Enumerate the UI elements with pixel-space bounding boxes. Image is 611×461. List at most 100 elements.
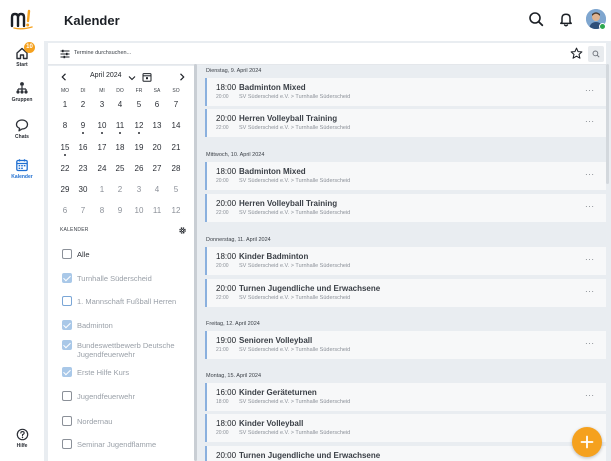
calendar-day[interactable]: 4	[148, 185, 166, 194]
checkbox[interactable]	[62, 439, 72, 449]
calendar-day[interactable]: 8	[93, 206, 111, 215]
more-icon[interactable]: ···	[585, 255, 595, 264]
calendar-day[interactable]: 13	[148, 121, 166, 130]
month-label[interactable]: April 2024	[90, 72, 122, 79]
calendar-day[interactable]: 7	[74, 206, 92, 215]
calendar-day[interactable]: 28	[167, 164, 185, 173]
gear-icon[interactable]	[178, 226, 187, 235]
more-icon[interactable]: ···	[585, 339, 595, 348]
event-item[interactable]: 18:00 20:00 Badminton Mixed SV Südersche…	[205, 162, 606, 190]
calendar-day[interactable]: 19	[130, 143, 148, 152]
calendar-day[interactable]: 29	[56, 185, 74, 194]
more-icon[interactable]: ···	[585, 117, 595, 126]
calendar-day[interactable]: 22	[56, 164, 74, 173]
checkbox[interactable]	[62, 273, 72, 283]
checkbox[interactable]	[62, 367, 72, 377]
event-title: Kinder Geräteturnen	[239, 388, 317, 397]
event-start: 16:00	[216, 388, 237, 397]
calendar-day[interactable]: 12	[167, 206, 185, 215]
search-input[interactable]: Termine durchsuchen...	[74, 50, 131, 56]
event-start: 20:00	[216, 284, 237, 293]
weekday-label: DI	[80, 88, 86, 94]
event-title: Senioren Volleyball	[239, 336, 313, 345]
calendar-day[interactable]: 30	[74, 185, 92, 194]
today-calendar-icon[interactable]	[142, 72, 152, 82]
calendar-day[interactable]: 15	[56, 143, 74, 156]
event-title: Kinder Badminton	[239, 252, 309, 261]
calendar-day[interactable]: 9	[111, 206, 129, 215]
more-icon[interactable]: ···	[585, 86, 595, 95]
event-item[interactable]: 16:00 18:00 Kinder Geräteturnen SV Süder…	[205, 383, 606, 411]
calendar-panel-scrollbar[interactable]	[194, 64, 197, 461]
calendar-day[interactable]: 27	[148, 164, 166, 173]
more-icon[interactable]: ···	[585, 391, 595, 400]
more-icon[interactable]: ···	[585, 287, 595, 296]
rail-item-hilfe[interactable]: Hilfe	[0, 428, 44, 449]
rail-item-kalender[interactable]: Kalender	[0, 158, 44, 180]
event-list-scrollbar[interactable]	[606, 64, 609, 184]
chevron-right-icon[interactable]	[178, 73, 186, 81]
calendar-day[interactable]: 5	[167, 185, 185, 194]
event-item[interactable]: 20:00 22:00 Herren Volleyball Training S…	[205, 109, 606, 137]
rail-item-start[interactable]: 10 Start	[0, 42, 44, 68]
star-icon[interactable]	[570, 47, 583, 60]
calendar-day[interactable]: 11	[111, 121, 129, 134]
calendar-day[interactable]: 8	[56, 121, 74, 130]
calendar-day[interactable]: 21	[167, 143, 185, 152]
calendar-day[interactable]: 20	[148, 143, 166, 152]
event-item[interactable]: 18:00 20:00 Kinder Volleyball SV Südersc…	[205, 414, 606, 442]
calendar-day[interactable]: 6	[56, 206, 74, 215]
checkbox[interactable]	[62, 416, 72, 426]
calendar-day[interactable]: 5	[130, 100, 148, 109]
bell-icon[interactable]	[558, 11, 574, 27]
event-item[interactable]: 19:00 21:00 Senioren Volleyball SV Süder…	[205, 331, 606, 359]
calendar-day[interactable]: 18	[111, 143, 129, 152]
event-item[interactable]: 20:00 Turnen Jugendliche und Erwachsene	[205, 446, 606, 461]
checkbox[interactable]	[62, 340, 72, 350]
event-item[interactable]: 20:00 22:00 Herren Volleyball Training S…	[205, 194, 606, 222]
calendar-day[interactable]: 2	[111, 185, 129, 194]
rail-item-chats[interactable]: Chats	[0, 118, 44, 140]
calendar-day[interactable]: 3	[93, 100, 111, 109]
event-item[interactable]: 18:00 20:00 Badminton Mixed SV Südersche…	[205, 78, 606, 106]
checkbox[interactable]	[62, 296, 72, 306]
filter-sliders-icon[interactable]	[60, 49, 70, 59]
checkbox[interactable]	[62, 391, 72, 401]
calendar-day[interactable]: 26	[130, 164, 148, 173]
add-event-button[interactable]	[572, 427, 602, 457]
chevron-down-icon[interactable]	[128, 74, 136, 82]
calendar-filter-label: Jugendfeuerwehr	[77, 392, 135, 401]
search-icon[interactable]	[528, 11, 544, 27]
event-item[interactable]: 20:00 22:00 Turnen Jugendliche und Erwac…	[205, 279, 606, 307]
calendar-day[interactable]: 14	[167, 121, 185, 130]
event-item[interactable]: 18:00 20:00 Kinder Badminton SV Südersch…	[205, 247, 606, 275]
calendar-day[interactable]: 16	[74, 143, 92, 152]
checkbox[interactable]	[62, 249, 72, 259]
more-icon[interactable]: ···	[585, 170, 595, 179]
calendar-day[interactable]: 1	[93, 185, 111, 194]
calendar-day[interactable]: 10	[130, 206, 148, 215]
rail-item-gruppen[interactable]: Gruppen	[0, 81, 44, 103]
calendar-day[interactable]: 12	[130, 121, 148, 134]
checkbox[interactable]	[62, 320, 72, 330]
calendar-day[interactable]: 3	[130, 185, 148, 194]
calendar-day[interactable]: 17	[93, 143, 111, 152]
chevron-left-icon[interactable]	[60, 73, 68, 81]
calendar-day[interactable]: 10	[93, 121, 111, 134]
more-icon[interactable]: ···	[585, 202, 595, 211]
calendar-day[interactable]: 6	[148, 100, 166, 109]
event-title: Badminton Mixed	[239, 167, 306, 176]
event-start: 20:00	[216, 114, 237, 123]
search-button[interactable]	[588, 46, 604, 62]
calendar-day[interactable]: 11	[148, 206, 166, 215]
calendar-day[interactable]: 23	[74, 164, 92, 173]
calendar-day[interactable]: 24	[93, 164, 111, 173]
calendar-day[interactable]: 4	[111, 100, 129, 109]
calendar-day[interactable]: 25	[111, 164, 129, 173]
calendar-day[interactable]: 7	[167, 100, 185, 109]
event-start: 20:00	[216, 451, 237, 460]
calendar-day[interactable]: 1	[56, 100, 74, 109]
calendar-day[interactable]: 2	[74, 100, 92, 109]
app-logo-icon[interactable]	[10, 8, 36, 30]
calendar-day[interactable]: 9	[74, 121, 92, 134]
